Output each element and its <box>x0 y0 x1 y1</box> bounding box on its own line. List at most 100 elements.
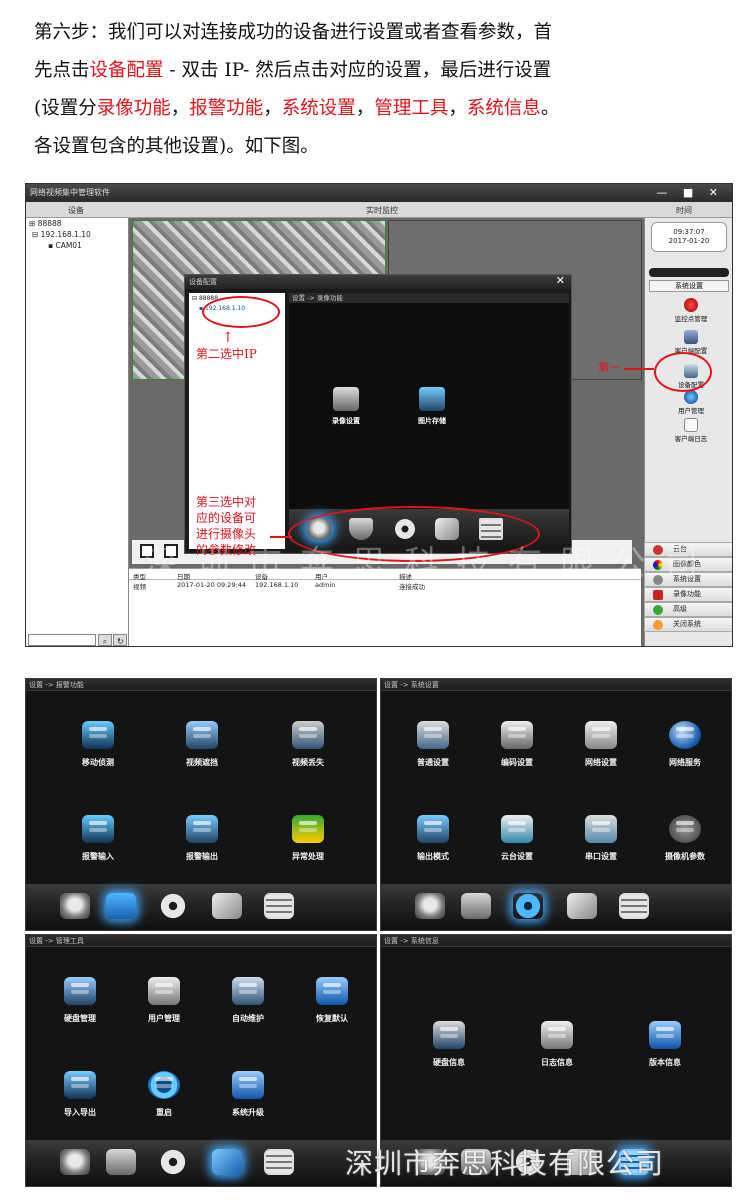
panel-alarm-settings: 设置 -> 报警功能 移动侦测 视频遮挡 视频丢失 报警输入 报警输出 异常处理 <box>25 678 377 931</box>
icon-label: 报警输入 <box>82 852 114 861</box>
side-btn-client-config[interactable]: 客户端配置 <box>661 330 721 355</box>
menu-item-close[interactable]: 关闭系统 <box>644 617 732 632</box>
menu-item-record[interactable]: 录像功能 <box>644 587 732 602</box>
record-settings-icon <box>333 387 359 411</box>
tree-cam-label: CAM01 <box>55 241 82 250</box>
info-tab-icon[interactable] <box>264 893 294 919</box>
auto-maintenance-button[interactable]: 自动维护 <box>206 977 290 1024</box>
software-window-screenshot: 网络视频集中管理软件 — ■ ✕ 设备 实时监控 时间 ⊞ 88888 ⊟ 19… <box>25 183 733 647</box>
search-icon[interactable]: ⌕ <box>98 634 112 646</box>
tool-tab-icon[interactable] <box>212 1149 242 1175</box>
settings-tab-bar <box>381 884 731 930</box>
icon-label: 云台设置 <box>501 852 533 861</box>
side-btn-user-mgmt[interactable]: 用户管理 <box>661 390 721 415</box>
alarm-input-button[interactable]: 报警输入 <box>56 815 140 862</box>
import-export-button[interactable]: 导入导出 <box>38 1071 122 1118</box>
user-management-button[interactable]: 用户管理 <box>122 977 206 1024</box>
tree-search-input[interactable] <box>28 634 96 646</box>
icon-label: 移动侦测 <box>82 758 114 767</box>
network-settings-button[interactable]: 网络设置 <box>559 721 643 768</box>
icon-label: 日志信息 <box>541 1058 573 1067</box>
breadcrumb: 设置 -> 系统信息 <box>381 935 731 947</box>
alarm-tab-icon[interactable] <box>106 893 136 919</box>
close-system-icon <box>653 620 663 630</box>
tree-cam[interactable]: ▪ CAM01 <box>26 240 128 251</box>
tool-tab-icon[interactable] <box>567 893 597 919</box>
icon-label: 异常处理 <box>292 852 324 861</box>
system-settings-button[interactable]: 系统设置 <box>649 280 729 292</box>
disk-management-button[interactable]: 硬盘管理 <box>38 977 122 1024</box>
intro-highlight-system: 系统设置 <box>281 98 356 119</box>
tree-ip-label: 192.168.1.10 <box>40 230 91 239</box>
tool-tab-icon[interactable] <box>212 893 242 919</box>
gear-tab-icon[interactable] <box>158 893 188 919</box>
camera-params-button[interactable]: 摄像机参数 <box>643 815 727 862</box>
record-settings-button[interactable]: 录像设置 <box>311 387 381 426</box>
hdd-tab-icon[interactable] <box>60 893 90 919</box>
window-controls[interactable]: — ■ ✕ <box>656 184 724 202</box>
video-mask-button[interactable]: 视频遮挡 <box>160 721 244 768</box>
icon-label: 报警输出 <box>186 852 218 861</box>
general-settings-button[interactable]: 普通设置 <box>391 721 475 768</box>
info-tab-icon[interactable] <box>264 1149 294 1175</box>
intro-highlight-alarm: 报警功能 <box>189 98 264 119</box>
exception-handling-button[interactable]: 异常处理 <box>266 815 350 862</box>
intro-text-span: ， <box>170 98 190 119</box>
side-btn-monitor[interactable]: 监控点管理 <box>661 298 721 323</box>
menu-label: 录像功能 <box>673 590 701 598</box>
panel-management-tools: 设置 -> 管理工具 硬盘管理 用户管理 自动维护 恢复默认 导入导出 重启 系… <box>25 934 377 1187</box>
version-info-button[interactable]: 版本信息 <box>623 1021 707 1068</box>
alarm-output-button[interactable]: 报警输出 <box>160 815 244 862</box>
header-live: 实时监控 <box>366 206 398 215</box>
video-mask-icon <box>186 721 218 749</box>
side-btn-client-log[interactable]: 客户端日志 <box>661 418 721 443</box>
icon-label: 普通设置 <box>417 758 449 767</box>
alarm-tab-icon[interactable] <box>461 893 491 919</box>
encode-settings-button[interactable]: 编码设置 <box>475 721 559 768</box>
upgrade-icon <box>232 1071 264 1099</box>
info-tab-icon[interactable] <box>619 893 649 919</box>
annotation-ellipse-device-config <box>654 352 712 392</box>
gear-tab-icon[interactable] <box>158 1149 188 1175</box>
motion-detect-button[interactable]: 移动侦测 <box>56 721 140 768</box>
advanced-icon <box>653 605 663 615</box>
ptz-settings-button[interactable]: 云台设置 <box>475 815 559 862</box>
disk-icon <box>64 977 96 1005</box>
side-btn-label: 监控点管理 <box>674 315 708 323</box>
clock-date: 2017-01-20 <box>668 237 710 245</box>
alarm-tab-icon[interactable] <box>106 1149 136 1175</box>
reboot-button[interactable]: 重启 <box>122 1071 206 1118</box>
menu-item-advanced[interactable]: 高级 <box>644 602 732 617</box>
restore-default-button[interactable]: 恢复默认 <box>290 977 374 1024</box>
system-upgrade-button[interactable]: 系统升级 <box>206 1071 290 1118</box>
monitor-point-icon <box>684 298 698 312</box>
annotation-step1: 第一 <box>598 361 620 374</box>
hdd-tab-icon[interactable] <box>60 1149 90 1175</box>
window-title: 网络视频集中管理软件 <box>30 188 110 197</box>
gear-tab-icon[interactable] <box>513 893 543 919</box>
refresh-icon[interactable]: ↻ <box>113 634 127 646</box>
output-mode-button[interactable]: 输出模式 <box>391 815 475 862</box>
menu-label: 关闭系统 <box>673 620 701 628</box>
disk-info-button[interactable]: 硬盘信息 <box>407 1021 491 1068</box>
intro-line-2: 先点击设备配置 - 双击 IP- 然后点击对应的设置，最后进行设置 <box>34 52 734 90</box>
hdd-tab-icon[interactable] <box>415 893 445 919</box>
arrow-up-icon: ↑ <box>222 330 234 346</box>
log-info-button[interactable]: 日志信息 <box>515 1021 599 1068</box>
header-device: 设备 <box>68 206 84 215</box>
close-icon[interactable]: ✕ <box>556 274 565 288</box>
client-log-icon <box>684 418 698 432</box>
picture-storage-label: 图片存储 <box>418 417 446 425</box>
icon-label: 输出模式 <box>417 852 449 861</box>
network-service-button[interactable]: 网络服务 <box>643 721 727 768</box>
power-icon <box>148 1071 180 1099</box>
icon-label: 硬盘信息 <box>433 1058 465 1067</box>
icon-label: 视频丢失 <box>292 758 324 767</box>
camera-params-icon <box>669 815 701 843</box>
tree-ip[interactable]: ⊟ 192.168.1.10 <box>26 229 128 240</box>
encode-settings-icon <box>501 721 533 749</box>
tree-root[interactable]: ⊞ 88888 <box>26 218 128 229</box>
picture-storage-button[interactable]: 图片存储 <box>397 387 467 426</box>
video-loss-button[interactable]: 视频丢失 <box>266 721 350 768</box>
serial-settings-button[interactable]: 串口设置 <box>559 815 643 862</box>
